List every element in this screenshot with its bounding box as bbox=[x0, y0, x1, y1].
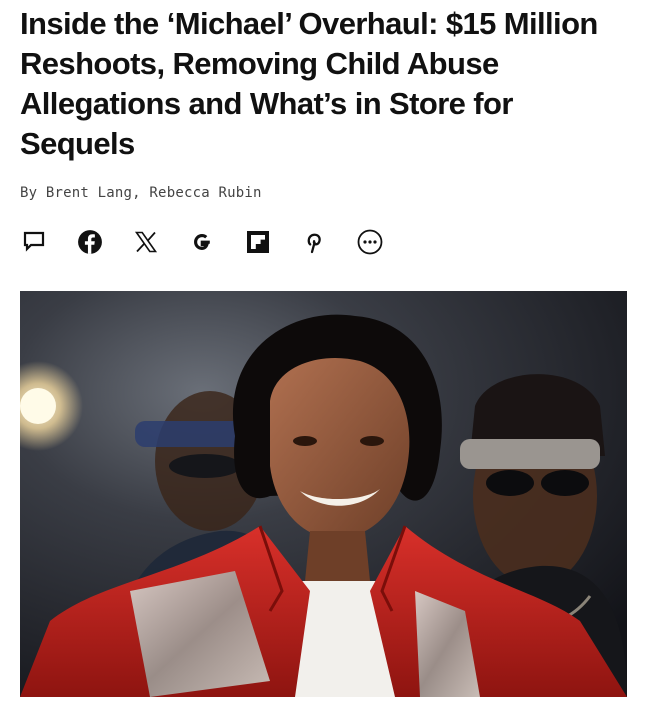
flipboard-icon bbox=[247, 231, 269, 253]
google-share-button[interactable] bbox=[188, 228, 216, 256]
facebook-icon bbox=[78, 230, 102, 254]
pinterest-icon bbox=[307, 233, 321, 254]
flipboard-share-button[interactable] bbox=[244, 228, 272, 256]
share-bar bbox=[20, 228, 384, 256]
x-share-button[interactable] bbox=[132, 228, 160, 256]
google-icon bbox=[194, 234, 210, 250]
pinterest-share-button[interactable] bbox=[300, 228, 328, 256]
more-share-options-button[interactable] bbox=[356, 228, 384, 256]
comment-icon bbox=[23, 231, 45, 252]
more-options-icon bbox=[357, 229, 383, 255]
hero-photo-illustration bbox=[20, 291, 627, 697]
comment-button[interactable] bbox=[20, 228, 48, 256]
article-headline: Inside the ‘Michael’ Overhaul: $15 Milli… bbox=[20, 6, 598, 161]
hero-image[interactable] bbox=[20, 291, 627, 697]
facebook-share-button[interactable] bbox=[76, 228, 104, 256]
x-icon bbox=[134, 231, 158, 253]
article-byline: By Brent Lang, Rebecca Rubin bbox=[20, 185, 262, 201]
